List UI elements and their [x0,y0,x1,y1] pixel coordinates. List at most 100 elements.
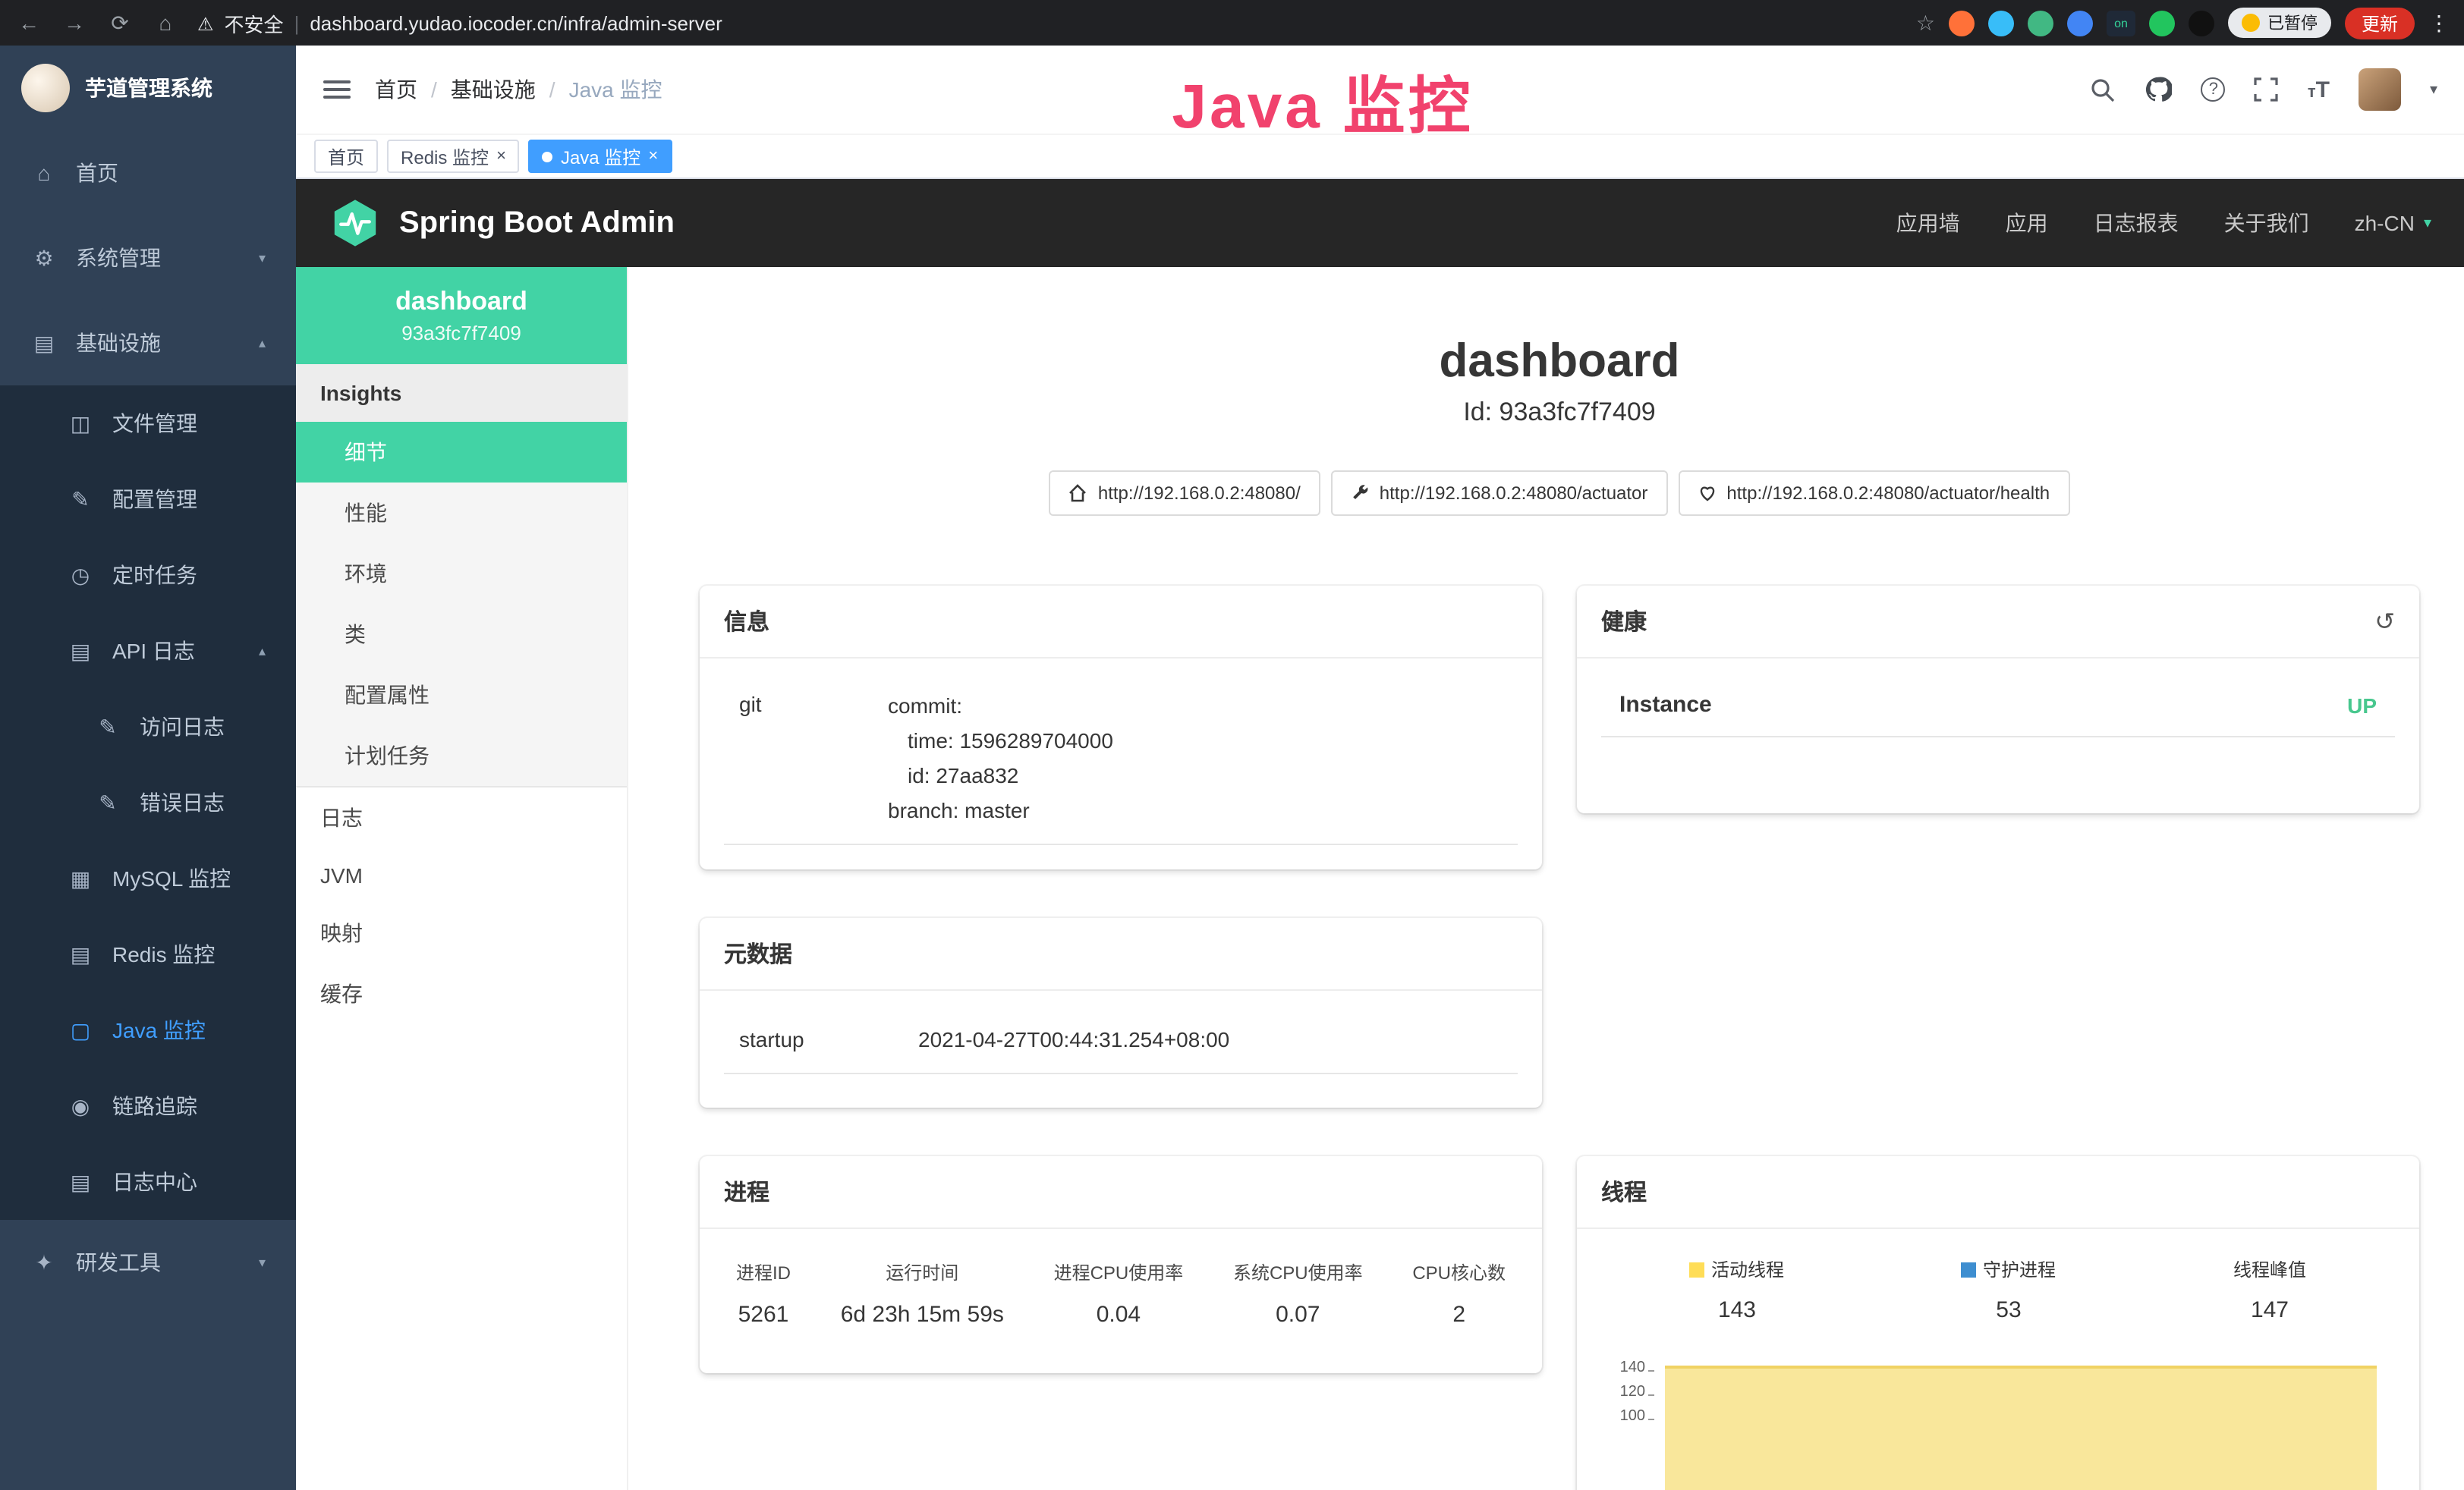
extension-leaf-icon[interactable] [2149,10,2175,36]
actuator-url-button[interactable]: http://192.168.0.2:48080/actuator [1331,470,1668,516]
browser-reload-icon[interactable] [106,10,134,36]
sba-nav-journal[interactable]: 日志报表 [2094,208,2179,238]
not-secure-warning-icon [197,11,214,34]
sba-item-config-props[interactable]: 配置属性 [296,665,627,725]
close-icon[interactable] [496,148,506,165]
stat-label: CPU核心数 [1412,1259,1506,1285]
legend-value: 147 [2233,1297,2306,1323]
address-bar[interactable]: 不安全 | dashboard.yudao.iocoder.cn/infra/a… [197,8,722,37]
sba-menu-section-insights[interactable]: Insights [296,364,627,422]
sidebar-item-label: 研发工具 [76,1247,161,1278]
browser-home-icon[interactable] [152,11,179,35]
sidebar-item-log-center[interactable]: ▤ 日志中心 [0,1144,296,1220]
y-tick: 140 [1601,1360,1654,1384]
spacer [724,1074,1518,1083]
sidebar-item-label: MySQL 监控 [112,863,231,894]
locale-selector[interactable]: zh-CN [2355,211,2431,235]
gear-icon: ⚙ [30,245,58,271]
sba-nav-wallboard[interactable]: 应用墙 [1896,208,1960,238]
breadcrumb-current: Java 监控 [569,74,662,105]
paused-badge[interactable]: 已暂停 [2228,8,2331,38]
health-url-button[interactable]: http://192.168.0.2:48080/actuator/health [1678,470,2069,516]
sidebar-item-label: Java 监控 [112,1015,206,1045]
sba-item-metrics[interactable]: 性能 [296,483,627,543]
legend-yellow-swatch [1690,1262,1705,1277]
app-logo-row[interactable]: 芋道管理系统 [0,46,296,130]
actuator-url-text: http://192.168.0.2:48080/actuator [1380,483,1648,504]
sidebar-item-error-logs[interactable]: ✎ 错误日志 [0,765,296,841]
user-avatar[interactable] [2359,68,2401,111]
close-icon[interactable] [648,148,658,165]
sidebar-item-infrastructure[interactable]: ▤ 基础设施 [0,300,296,385]
breadcrumb: 首页 基础设施 Java 监控 [375,74,662,105]
y-tick: 100 [1601,1408,1654,1432]
sidebar-item-tracing[interactable]: ◉ 链路追踪 [0,1068,296,1144]
info-line: commit: [888,689,1503,724]
extension-puppeteer-icon[interactable] [2189,10,2214,36]
sba-item-caches[interactable]: 缓存 [296,963,627,1024]
edit-icon: ✎ [67,486,94,512]
breadcrumb-infrastructure[interactable]: 基础设施 [451,74,536,105]
sidebar-item-api-logs[interactable]: ▤ API 日志 [0,613,296,689]
info-value: commit: time: 1596289704000 id: 27aa832 … [888,689,1503,828]
history-icon[interactable] [2374,606,2395,637]
stat-label: 进程ID [736,1259,791,1285]
browser-back-icon[interactable] [15,11,42,35]
sidebar-item-dev-tools[interactable]: ✦ 研发工具 [0,1220,296,1305]
chevron-down-icon[interactable] [2430,81,2437,98]
metadata-card-body: startup 2021-04-27T00:44:31.254+08:00 [700,991,1542,1108]
font-size-icon[interactable] [2308,77,2330,102]
sidebar-item-scheduled-tasks[interactable]: ◷ 定时任务 [0,537,296,613]
health-url-text: http://192.168.0.2:48080/actuator/health [1726,483,2050,504]
tab-java-monitor[interactable]: Java 监控 [529,140,672,173]
breadcrumb-home[interactable]: 首页 [375,74,417,105]
instance-header[interactable]: dashboard 93a3fc7f7409 [296,267,627,364]
sba-item-scheduled-tasks[interactable]: 计划任务 [296,725,627,786]
sidebar-item-access-logs[interactable]: ✎ 访问日志 [0,689,296,765]
sba-item-environment[interactable]: 环境 [296,543,627,604]
sidebar-item-file-management[interactable]: ◫ 文件管理 [0,385,296,461]
tab-redis-monitor[interactable]: Redis 监控 [387,140,520,173]
chevron-up-icon [259,643,266,659]
app-title: 芋道管理系统 [85,73,212,103]
sba-item-logs[interactable]: 日志 [296,787,627,848]
instance-name: dashboard [308,287,615,317]
fullscreen-icon[interactable] [2255,77,2279,102]
extension-switch-icon[interactable]: on [2107,10,2135,36]
metadata-key: startup [739,1027,903,1051]
service-url-button[interactable]: http://192.168.0.2:48080/ [1049,470,1320,516]
sba-item-details[interactable]: 细节 [296,422,627,483]
bookmark-star-icon[interactable] [1916,10,1935,36]
search-icon[interactable] [2091,77,2116,102]
health-card-title: 健康 [1601,605,1647,637]
extension-vue-devtools-icon[interactable] [2028,10,2053,36]
app-logo [21,64,70,112]
url-text: dashboard.yudao.iocoder.cn/infra/admin-s… [310,11,722,34]
sba-item-jvm[interactable]: JVM [296,848,627,903]
sba-item-classes[interactable]: 类 [296,604,627,665]
sba-nav-about[interactable]: 关于我们 [2224,208,2309,238]
github-icon[interactable] [2145,76,2173,103]
sba-item-mappings[interactable]: 映射 [296,903,627,963]
help-icon[interactable] [2201,77,2226,102]
sidebar-item-home[interactable]: ⌂ 首页 [0,130,296,215]
extension-fox-icon[interactable] [1949,10,1975,36]
process-card-header: 进程 [700,1156,1542,1229]
extension-drop-icon[interactable] [1988,10,2014,36]
browser-menu-icon[interactable] [2428,10,2450,36]
tab-label: 首页 [328,143,364,169]
info-key: git [739,689,873,828]
hamburger-menu-icon[interactable] [323,80,351,99]
tab-home[interactable]: 首页 [314,140,378,173]
browser-chrome: 不安全 | dashboard.yudao.iocoder.cn/infra/a… [0,0,2464,46]
sidebar-item-mysql-monitor[interactable]: ▦ MySQL 监控 [0,841,296,916]
update-button[interactable]: 更新 [2345,7,2415,39]
sidebar-item-system-management[interactable]: ⚙ 系统管理 [0,215,296,300]
extension-grid-icon[interactable] [2067,10,2093,36]
browser-forward-icon[interactable] [61,11,88,35]
sidebar-item-config-management[interactable]: ✎ 配置管理 [0,461,296,537]
sba-nav-applications[interactable]: 应用 [2006,208,2048,238]
page-subtitle: Id: 93a3fc7f7409 [700,398,2419,428]
sidebar-item-redis-monitor[interactable]: ▤ Redis 监控 [0,916,296,992]
sidebar-item-java-monitor[interactable]: ▢ Java 监控 [0,992,296,1068]
